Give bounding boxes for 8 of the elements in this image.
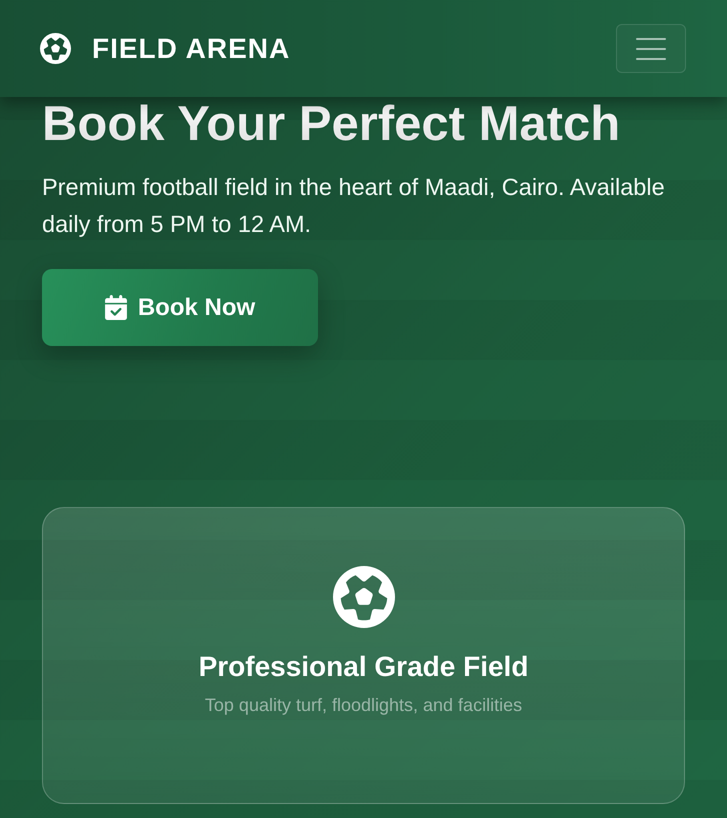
calendar-check-icon: [104, 295, 127, 320]
hero-description: Premium football field in the heart of Maadi, Cairo. Available daily from 5 PM to 12 AM.: [42, 173, 666, 239]
menu-button[interactable]: [616, 24, 686, 73]
feature-title: Professional Grade Field: [198, 650, 528, 684]
brand-name: FIELD ARENA: [92, 32, 290, 64]
menu-icon: [636, 36, 666, 60]
book-now-button[interactable]: Book Now: [42, 269, 318, 346]
feature-description: Top quality turf, floodlights, and facilities: [204, 694, 522, 717]
